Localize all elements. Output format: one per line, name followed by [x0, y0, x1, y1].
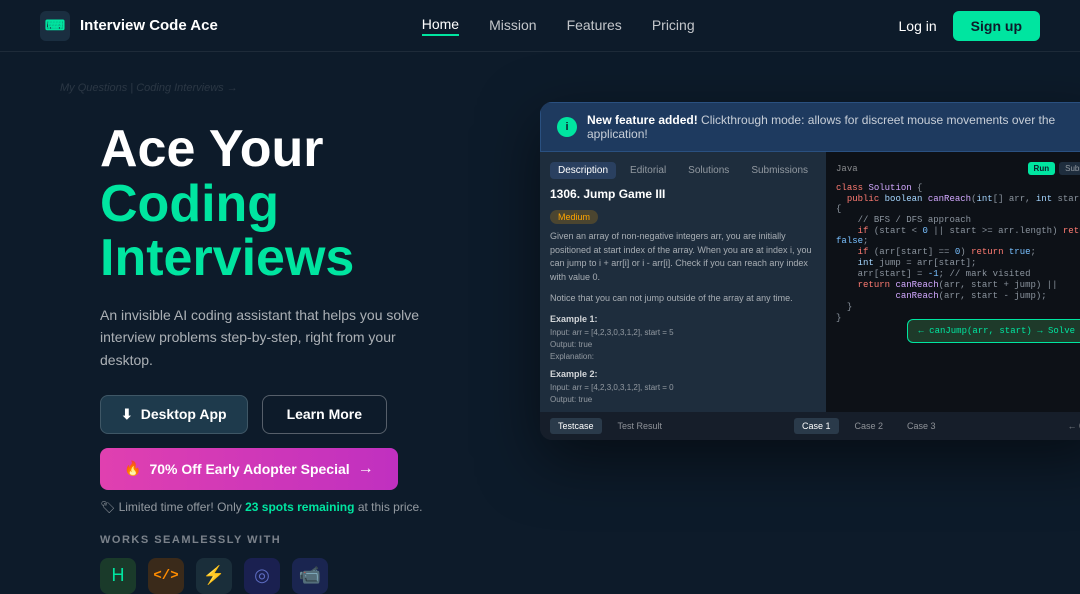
example-2-input: Input: arr = [4,2,3,0,3,1,2], start = 0 [550, 382, 816, 394]
promo-button[interactable]: 🔥 70% Off Early Adopter Special → [100, 448, 398, 490]
example-2-output: Output: true [550, 394, 816, 406]
download-icon: ⬇ [121, 406, 133, 423]
code-panel: Java Run Submit class Solution { public … [826, 152, 1080, 412]
hackerrank-icon: H [100, 558, 136, 594]
desktop-btn-label: Desktop App [141, 406, 227, 422]
limited-prefix: Limited time offer! Only [119, 500, 242, 514]
example-3: Example 3: Input: arr = [3,0,2,1,2], sta… [550, 412, 816, 413]
signup-button[interactable]: Sign up [953, 11, 1040, 41]
case-3-tab[interactable]: Case 3 [899, 418, 944, 434]
code-line-7: arr[start] = -1; // mark visited [836, 269, 1080, 279]
testcase-tabs: Testcase Test Result [550, 418, 670, 434]
hero-title: Ace Your Coding Interviews [100, 122, 500, 286]
tab-solutions[interactable]: Solutions [680, 162, 737, 179]
tab-editorial[interactable]: Editorial [622, 162, 674, 179]
case-1-tab[interactable]: Case 1 [794, 418, 839, 434]
code-line-8: return canReach(arr, start + jump) || [836, 280, 1080, 290]
nav-link-pricing[interactable]: Pricing [652, 17, 695, 35]
problem-description: Given an array of non-negative integers … [550, 230, 816, 284]
works-with-label: WORKS SEAMLESSLY WITH [100, 534, 500, 546]
example-1-input: Input: arr = [4,2,3,0,3,1,2], start = 5 [550, 327, 816, 339]
app-content: Description Editorial Solutions Submissi… [540, 152, 1080, 412]
login-button[interactable]: Log in [899, 18, 937, 34]
example-1-output: Output: true [550, 339, 816, 351]
arrow-icon: → [358, 460, 374, 478]
nav-actions: Log in Sign up [899, 11, 1040, 41]
discord-icon: ◎ [244, 558, 280, 594]
leetcode-icon: </> [148, 558, 184, 594]
test-result-tab[interactable]: Test Result [610, 418, 671, 434]
hero-subtitle: An invisible AI coding assistant that he… [100, 304, 420, 371]
example-2-title: Example 2: [550, 369, 816, 379]
code-action-buttons: Run Submit [1028, 162, 1080, 175]
code-line-2: public boolean canReach(int[] arr, int s… [836, 194, 1080, 214]
navbar: ⌨ Interview Code Ace Home Mission Featur… [0, 0, 1080, 52]
bg-decorative-text: My Questions | Coding Interviews → [60, 82, 238, 94]
code-line-5: if (arr[start] == 0) return true; [836, 247, 1080, 257]
code-line-6: int jump = arr[start]; [836, 258, 1080, 268]
code-line-9: canReach(arr, start - jump); [836, 291, 1080, 301]
fire-icon: 🔥 [124, 460, 141, 477]
platform-icons: H </> ⚡ ◎ 📹 [100, 558, 500, 594]
hero-right: i New feature added! Clickthrough mode: … [540, 92, 1080, 440]
zoom-icon: 📹 [292, 558, 328, 594]
hero-left: Ace Your Coding Interviews An invisible … [100, 92, 500, 594]
logo-icon: ⌨ [40, 11, 70, 41]
example-1-explanation: Explanation: [550, 351, 816, 363]
nav-link-home[interactable]: Home [422, 16, 459, 36]
example-1: Example 1: Input: arr = [4,2,3,0,3,1,2],… [550, 314, 816, 363]
test-cases: Case 1 Case 2 Case 3 [794, 418, 944, 434]
promo-label: 70% Off Early Adopter Special [149, 461, 349, 477]
title-line2: Coding [100, 175, 279, 233]
nav-brand-area: ⌨ Interview Code Ace [40, 11, 218, 41]
code-line-3: // BFS / DFS approach [836, 215, 1080, 225]
limited-offer-text: 🏷 Limited time offer! Only 23 spots rema… [100, 500, 500, 514]
code-line-1: class Solution { [836, 183, 1080, 193]
hero-section: My Questions | Coding Interviews → Ace Y… [0, 52, 1080, 522]
bottom-bar: Testcase Test Result Case 1 Case 2 Case … [540, 412, 1080, 440]
problem-panel: Description Editorial Solutions Submissi… [540, 152, 826, 412]
case-2-tab[interactable]: Case 2 [847, 418, 892, 434]
brand-name: Interview Code Ace [80, 17, 218, 34]
title-line1: Ace Your [100, 120, 324, 178]
nav-link-features[interactable]: Features [567, 17, 622, 35]
problem-tabs: Description Editorial Solutions Submissi… [550, 162, 816, 179]
spots-count: 23 spots remaining [245, 500, 354, 514]
submit-button[interactable]: Submit [1059, 162, 1080, 175]
works-with-section: WORKS SEAMLESSLY WITH H </> ⚡ ◎ 📹 [100, 534, 500, 594]
title-line3: Interviews [100, 229, 354, 287]
result-status: ← 0ms [1068, 421, 1080, 431]
difficulty-badge: Medium [550, 210, 598, 224]
code-line-4: if (start < 0 || start >= arr.length) re… [836, 226, 1080, 246]
app-screenshot: i New feature added! Clickthrough mode: … [540, 102, 1080, 440]
testcase-tab[interactable]: Testcase [550, 418, 602, 434]
nav-links: Home Mission Features Pricing [422, 16, 695, 36]
code-line-10: } [836, 302, 1080, 312]
problem-notice: Notice that you can not jump outside of … [550, 292, 816, 306]
tab-description[interactable]: Description [550, 162, 616, 179]
example-3-title: Example 3: [550, 412, 816, 413]
code-toolbar: Java Run Submit [836, 162, 1080, 175]
tab-submissions[interactable]: Submissions [743, 162, 816, 179]
run-button[interactable]: Run [1028, 162, 1056, 175]
hero-cta-buttons: ⬇ Desktop App Learn More [100, 395, 500, 434]
example-1-title: Example 1: [550, 314, 816, 324]
tag-icon: 🏷 [100, 500, 115, 514]
learn-more-button[interactable]: Learn More [262, 395, 387, 434]
desktop-app-button[interactable]: ⬇ Desktop App [100, 395, 248, 434]
nav-link-mission[interactable]: Mission [489, 17, 536, 35]
ai-suggestion-bubble: ← canJump(arr, start) → Solve [907, 319, 1080, 343]
code-language: Java [836, 164, 858, 174]
example-2: Example 2: Input: arr = [4,2,3,0,3,1,2],… [550, 369, 816, 406]
notification-text: New feature added! Clickthrough mode: al… [587, 113, 1080, 141]
codeforces-icon: ⚡ [196, 558, 232, 594]
notif-bold: New feature added! [587, 113, 698, 127]
problem-title: 1306. Jump Game III [550, 187, 816, 201]
notif-info-icon: i [557, 117, 577, 137]
limited-suffix: at this price. [358, 500, 423, 514]
notification-bar: i New feature added! Clickthrough mode: … [540, 102, 1080, 152]
